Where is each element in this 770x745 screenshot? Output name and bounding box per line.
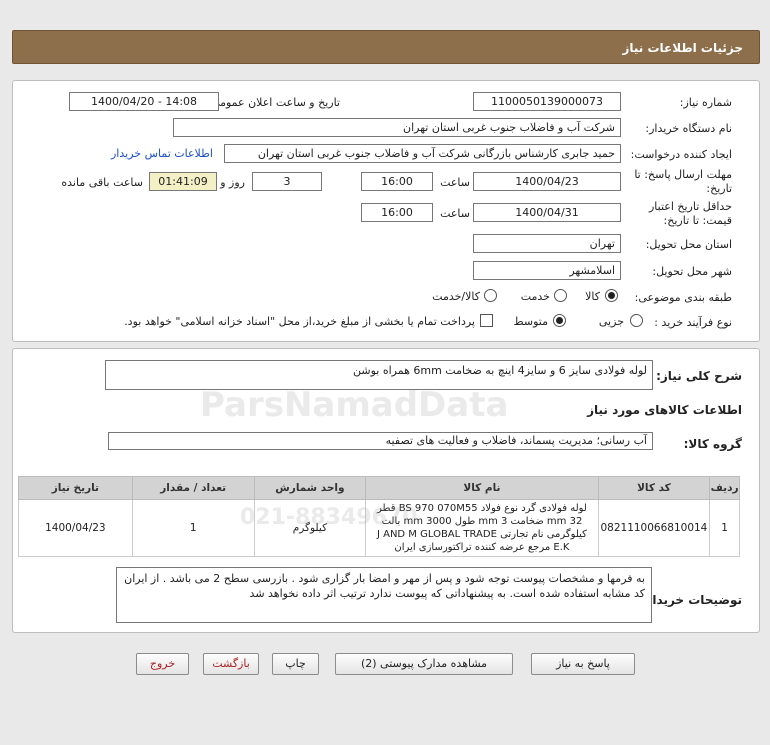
process-label: نوع فرآیند خرید : [654, 316, 732, 329]
goods-info-title: اطلاعات کالاهای مورد نیاز [587, 403, 742, 417]
validity-date-field[interactable]: 1400/04/31 [473, 203, 621, 222]
deadline-label: مهلت ارسال پاسخ: تا [634, 168, 732, 181]
row-qty: 1 [131, 499, 255, 557]
announce-field[interactable]: 1400/04/20 - 14:08 [69, 92, 219, 111]
category-service-label: خدمت [520, 290, 550, 303]
remaining-label: ساعت باقی مانده [61, 176, 143, 189]
deadline-label-2: تاریخ: [706, 182, 732, 195]
process-medium-radio[interactable] [553, 314, 566, 327]
buyer-org-field[interactable]: شرکت آب و فاضلاب جنوب غربی استان تهران [173, 118, 621, 137]
table-row[interactable]: 1 0821110066810014 لوله فولادی گرد نوع ف… [18, 499, 740, 557]
print-button[interactable]: چاپ [272, 653, 319, 675]
summary-field[interactable]: لوله فولادی سایز 6 و سایز4 اینچ به ضخامت… [105, 360, 653, 390]
col-date-header: تاریخ نیاز [18, 476, 133, 500]
back-button[interactable]: بازگشت [203, 653, 259, 675]
goods-table: ردیف کد کالا نام کالا واحد شمارش تعداد /… [18, 476, 740, 557]
exit-button[interactable]: خروج [136, 653, 189, 675]
view-attachments-button[interactable]: مشاهده مدارک پیوستی (2) [335, 653, 513, 675]
validity-hour-label: ساعت [440, 207, 470, 220]
city-label: شهر محل تحویل: [652, 265, 732, 278]
days-field[interactable]: 3 [252, 172, 322, 191]
summary-label: شرح کلی نیاز: [656, 369, 742, 383]
col-code-header: کد کالا [597, 476, 711, 500]
goods-table-header: ردیف کد کالا نام کالا واحد شمارش تعداد /… [18, 476, 740, 500]
col-index-header: ردیف [709, 476, 740, 500]
row-index: 1 [709, 499, 740, 557]
category-goods-service-label: کالا/خدمت [432, 290, 480, 303]
buyer-notes-label: توضیحات خریدار: [640, 593, 742, 607]
col-unit-header: واحد شمارش [253, 476, 367, 500]
page-title: جزئیات اطلاعات نیاز [622, 41, 743, 55]
goods-group-label: گروه کالا: [683, 437, 742, 451]
process-minor-label: جزیی [598, 315, 624, 328]
row-unit: کیلوگرم [253, 499, 367, 557]
category-label: طبقه بندی موضوعی: [634, 291, 732, 304]
process-minor-radio[interactable] [630, 314, 643, 327]
need-number-label: شماره نیاز: [679, 96, 732, 109]
deadline-date-field[interactable]: 1400/04/23 [473, 172, 621, 191]
category-service-radio[interactable] [554, 289, 567, 302]
reply-button[interactable]: پاسخ به نیاز [531, 653, 635, 675]
days-label: روز و [220, 176, 245, 189]
city-field[interactable]: اسلامشهر [473, 261, 621, 280]
need-number-field[interactable]: 1100050139000073 [473, 92, 621, 111]
category-goods-label: کالا [585, 290, 600, 303]
remaining-time-field: 01:41:09 [149, 172, 217, 191]
requester-label: ایجاد کننده درخواست: [630, 148, 732, 161]
treasury-payment-checkbox[interactable] [480, 314, 493, 327]
requester-field[interactable]: حمید جابری کارشناس بازرگانی شرکت آب و فا… [224, 144, 621, 163]
col-qty-header: تعداد / مقدار [131, 476, 255, 500]
col-name-header: نام کالا [365, 476, 599, 500]
process-medium-label: متوسط [513, 315, 548, 328]
category-goods-radio[interactable] [605, 289, 618, 302]
announce-label: تاریخ و ساعت اعلان عمومی: [207, 96, 340, 109]
page-header: جزئیات اطلاعات نیاز [12, 30, 760, 64]
goods-group-field[interactable]: آب رسانی؛ مدیریت پسماند، فاضلاب و فعالیت… [108, 432, 653, 450]
buyer-org-label: نام دستگاه خریدار: [645, 122, 732, 135]
province-label: استان محل تحویل: [645, 238, 732, 251]
buyer-notes-field[interactable]: به فرمها و مشخصات پیوست توجه شود و پس از… [116, 567, 652, 623]
validity-time-field[interactable]: 16:00 [361, 203, 433, 222]
row-date: 1400/04/23 [18, 499, 133, 557]
validity-label-2: قیمت: تا تاریخ: [663, 214, 732, 227]
treasury-payment-note: پرداخت تمام یا بخشی از مبلغ خرید،از محل … [124, 315, 475, 328]
deadline-hour-label: ساعت [440, 176, 470, 189]
province-field[interactable]: تهران [473, 234, 621, 253]
category-goods-service-radio[interactable] [484, 289, 497, 302]
deadline-time-field[interactable]: 16:00 [361, 172, 433, 191]
row-name: لوله فولادی گرد نوع فولاد BS 970 070M55 … [365, 499, 599, 557]
row-code: 0821110066810014 [597, 499, 711, 557]
validity-label: حداقل تاریخ اعتبار [648, 200, 732, 213]
buyer-contact-link[interactable]: اطلاعات تماس خریدار [111, 147, 213, 160]
